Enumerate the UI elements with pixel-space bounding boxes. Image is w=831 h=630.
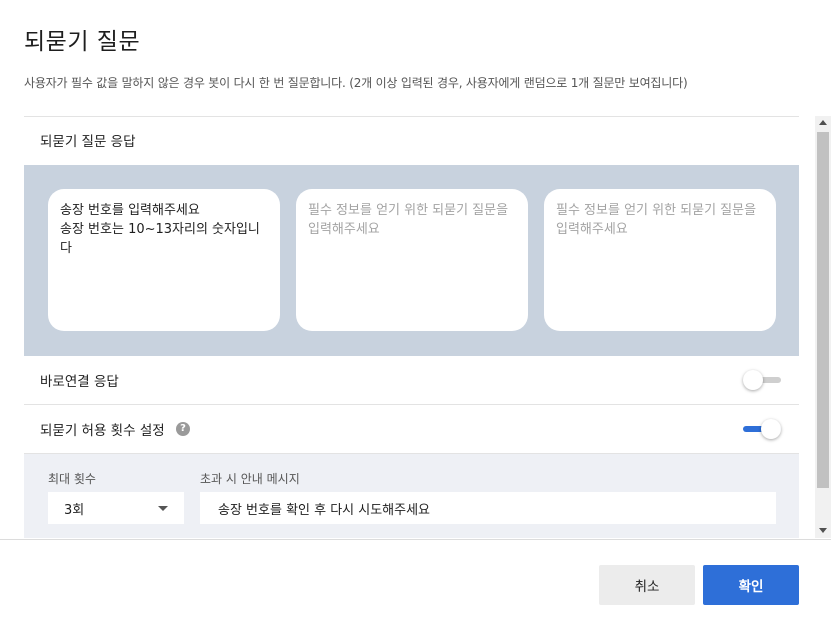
max-count-select[interactable]: 3회: [48, 492, 184, 524]
scroll-up-arrow-icon[interactable]: [819, 120, 827, 125]
cancel-button[interactable]: 취소: [599, 565, 695, 605]
settings-scroll-area: 되묻기 질문 응답 송장 번호를 입력해주세요 송장 번호는 10~13자리의 …: [24, 116, 799, 538]
reask-question-card-2[interactable]: 필수 정보를 얻기 위한 되묻기 질문을 입력해주세요: [296, 189, 528, 331]
toggle-knob: [761, 419, 781, 439]
reask-card-panel: 송장 번호를 입력해주세요 송장 번호는 10~13자리의 숫자입니다 필수 정…: [24, 165, 799, 356]
retry-limit-row: 되묻기 허용 횟수 설정 ?: [24, 405, 799, 454]
toggle-knob: [743, 370, 763, 390]
reask-question-card-1[interactable]: 송장 번호를 입력해주세요 송장 번호는 10~13자리의 숫자입니다: [48, 189, 280, 331]
direct-response-toggle[interactable]: [743, 369, 783, 391]
retry-limit-panel: 최대 횟수 초과 시 안내 메시지 3회: [24, 454, 799, 538]
direct-response-row: 바로연결 응답: [24, 356, 799, 405]
exceed-message-input[interactable]: [200, 492, 776, 524]
retry-limit-label: 되묻기 허용 횟수 설정: [40, 423, 165, 439]
scrollbar-thumb[interactable]: [817, 132, 829, 488]
help-icon[interactable]: ?: [176, 422, 190, 436]
confirm-button[interactable]: 확인: [703, 565, 799, 605]
exceed-message-label: 초과 시 안내 메시지: [200, 472, 300, 486]
max-count-label: 최대 횟수: [48, 472, 96, 486]
dialog-description: 사용자가 필수 값을 말하지 않은 경우 봇이 다시 한 번 질문합니다. (2…: [24, 76, 688, 90]
direct-response-label: 바로연결 응답: [40, 374, 119, 390]
vertical-scrollbar[interactable]: [815, 116, 831, 538]
dialog-footer: 취소 확인: [0, 539, 831, 630]
chevron-down-icon: [158, 506, 168, 511]
dialog-title: 되묻기 질문: [24, 29, 141, 55]
max-count-value: 3회: [64, 503, 85, 518]
retry-limit-toggle[interactable]: [743, 418, 783, 440]
scroll-down-arrow-icon[interactable]: [819, 528, 827, 533]
reask-question-card-3[interactable]: 필수 정보를 얻기 위한 되묻기 질문을 입력해주세요: [544, 189, 776, 331]
reask-response-label: 되묻기 질문 응답: [40, 134, 136, 150]
